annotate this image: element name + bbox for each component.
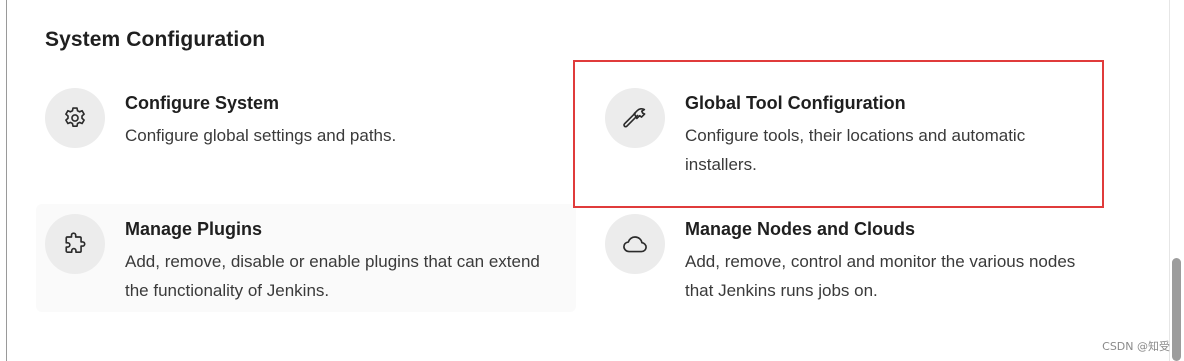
manage-plugins-title[interactable]: Manage Plugins — [125, 219, 262, 240]
global-tool-configuration-description: Configure tools, their locations and aut… — [685, 126, 1026, 174]
gear-icon — [45, 88, 105, 148]
manage-plugins-description: Add, remove, disable or enable plugins t… — [125, 252, 540, 300]
manage-nodes-description: Add, remove, control and monitor the var… — [685, 252, 1076, 300]
global-tool-configuration-card[interactable]: Global Tool Configuration Configure tool… — [596, 78, 1096, 198]
section-title: System Configuration — [45, 28, 266, 51]
scrollbar-thumb[interactable] — [1172, 258, 1181, 361]
global-tool-configuration-title[interactable]: Global Tool Configuration — [685, 93, 906, 114]
configure-system-description: Configure global settings and paths. — [125, 126, 397, 145]
configure-system-title[interactable]: Configure System — [125, 93, 279, 114]
manage-plugins-card[interactable]: Manage Plugins Add, remove, disable or e… — [36, 204, 576, 312]
manage-nodes-title[interactable]: Manage Nodes and Clouds — [685, 219, 915, 240]
configure-system-card[interactable]: Configure System Configure global settin… — [36, 78, 576, 198]
manage-nodes-card[interactable]: Manage Nodes and Clouds Add, remove, con… — [596, 204, 1116, 312]
cloud-icon — [605, 214, 665, 274]
watermark-text: CSDN @知受 — [1102, 340, 1170, 353]
window-left-edge — [0, 0, 7, 361]
hammer-icon — [605, 88, 665, 148]
puzzle-icon — [45, 214, 105, 274]
